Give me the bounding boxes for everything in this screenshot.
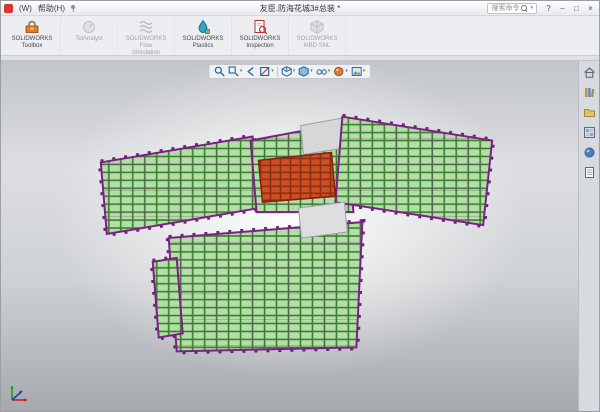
addin-plastics-button[interactable]: SOLIDWORKS Plastics: [175, 17, 232, 55]
properties-sheet-icon: [583, 166, 596, 179]
search-placeholder: 搜索命令: [491, 3, 519, 13]
addin-tolanalyst-button[interactable]: TolAnalyst: [61, 17, 118, 55]
main-area: ▾ ▾ ▾ ▾: [1, 61, 599, 411]
sphere-icon: [583, 146, 596, 159]
addin-mbd-button[interactable]: SOLIDWORKS MBD SNL: [289, 17, 346, 55]
view-orientation-icon: [281, 66, 292, 77]
plastics-icon: [195, 19, 211, 35]
display-style-button[interactable]: ▾: [298, 66, 313, 77]
view-orientation-button[interactable]: ▾: [281, 66, 296, 77]
graphics-area[interactable]: ▾ ▾ ▾ ▾: [1, 61, 578, 411]
chevron-down-icon: ▾: [293, 69, 296, 74]
command-search[interactable]: 搜索命令 ▾: [487, 3, 537, 14]
chevron-down-icon: ▾: [345, 69, 348, 74]
addin-label: SOLIDWORKS Toolbox: [12, 36, 53, 50]
toolbar-separator: [277, 67, 278, 77]
addin-label: SOLIDWORKS Plastics: [183, 36, 224, 50]
menu-window-truncated[interactable]: (W): [16, 4, 35, 13]
addin-label: TolAnalyst: [75, 36, 102, 43]
titlebar-right: 搜索命令 ▾ ? – □ ×: [487, 2, 597, 14]
inspection-icon: [252, 19, 268, 35]
chevron-down-icon: ▾: [363, 69, 366, 74]
task-pane: [578, 61, 599, 411]
reference-triad[interactable]: [7, 378, 34, 405]
section-view-icon: [259, 66, 270, 77]
addin-toolbox-button[interactable]: SOLIDWORKS Toolbox: [4, 17, 61, 55]
custom-properties-button[interactable]: [582, 165, 597, 180]
edit-appearance-button[interactable]: ▾: [333, 66, 348, 77]
addin-flow-simulation-button[interactable]: SOLIDWORKS Flow Simulation: [118, 17, 175, 55]
file-explorer-button[interactable]: [582, 105, 597, 120]
view-palette-button[interactable]: [582, 125, 597, 140]
mbd-icon: [309, 19, 325, 35]
addin-inspection-button[interactable]: SOLIDWORKS Inspection: [232, 17, 289, 55]
window-title: 友臣.防海花城3#总装 *: [260, 3, 340, 14]
pin-icon[interactable]: [70, 5, 77, 12]
previous-view-button[interactable]: [245, 66, 256, 77]
glasses-icon: [316, 66, 327, 77]
minimize-button[interactable]: –: [556, 2, 569, 14]
appearance-sphere-icon: [333, 66, 344, 77]
addin-label: SOLIDWORKS Inspection: [240, 36, 281, 50]
help-button[interactable]: ?: [542, 2, 555, 14]
palette-icon: [583, 126, 596, 139]
title-bar: (W) 帮助(H) 友臣.防海花城3#总装 * 搜索命令 ▾ ? – □ ×: [1, 1, 599, 16]
tolanalyst-icon: [81, 19, 97, 35]
appearances-scenes-button[interactable]: [582, 145, 597, 160]
zoom-area-icon: [228, 66, 239, 77]
chevron-down-icon: ▾: [310, 69, 313, 74]
addin-label: SOLIDWORKS MBD SNL: [297, 36, 338, 50]
hide-show-items-button[interactable]: ▾: [316, 66, 331, 77]
chevron-down-icon: ▾: [328, 69, 331, 74]
toolbox-icon: [24, 19, 40, 35]
flow-simulation-icon: [138, 19, 154, 35]
chevron-down-icon: ▾: [240, 69, 243, 74]
zoom-area-button[interactable]: ▾: [228, 66, 243, 77]
apply-scene-button[interactable]: ▾: [351, 66, 366, 77]
books-icon: [583, 86, 596, 99]
addin-label: SOLIDWORKS Flow Simulation: [126, 36, 167, 57]
previous-view-icon: [245, 66, 256, 77]
app-icon: [4, 4, 13, 13]
restore-button[interactable]: □: [570, 2, 583, 14]
section-view-button[interactable]: ▾: [259, 66, 274, 77]
scene-icon: [351, 66, 362, 77]
search-icon: [521, 5, 528, 12]
design-library-button[interactable]: [582, 85, 597, 100]
solidworks-window: (W) 帮助(H) 友臣.防海花城3#总装 * 搜索命令 ▾ ? – □ × S…: [0, 0, 600, 412]
home-icon: [583, 66, 596, 79]
solidworks-resources-button[interactable]: [582, 65, 597, 80]
menu-help[interactable]: 帮助(H): [35, 3, 68, 14]
assembly-model[interactable]: [1, 61, 578, 411]
chevron-down-icon[interactable]: ▾: [530, 6, 533, 11]
chevron-down-icon: ▾: [271, 69, 274, 74]
ribbon-addins: SOLIDWORKS Toolbox TolAnalyst SOLIDWORKS…: [1, 16, 599, 56]
folder-icon: [583, 106, 596, 119]
zoom-fit-button[interactable]: [214, 66, 225, 77]
close-button[interactable]: ×: [584, 2, 597, 14]
display-style-icon: [298, 66, 309, 77]
zoom-fit-icon: [214, 66, 225, 77]
headsup-view-toolbar: ▾ ▾ ▾ ▾: [208, 64, 372, 79]
